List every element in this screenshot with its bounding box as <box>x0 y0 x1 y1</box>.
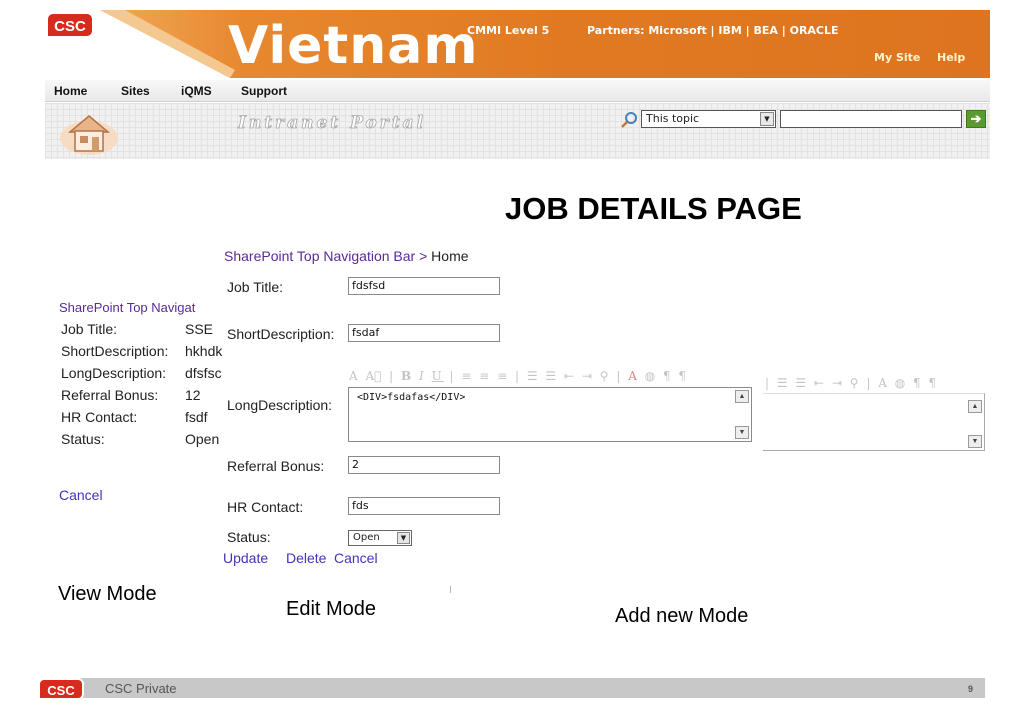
delete-link[interactable]: Delete <box>286 550 326 566</box>
search-input[interactable] <box>780 110 962 128</box>
breadcrumb-separator: > <box>415 248 432 264</box>
add-mode-caption: Add new Mode <box>615 605 749 627</box>
nav-item-support[interactable]: Support <box>241 84 287 98</box>
view-referral-value: 12 <box>185 387 201 403</box>
long-description-text: <DIV>fsdafas</DIV> <box>357 392 466 403</box>
page-title: JOB DETAILS PAGE <box>505 191 802 226</box>
rich-text-toolbar[interactable]: A A⃝ | B I U | ≡ ≡ ≡ | ☰ ☰ ⇤ ⇥ ⚲ | A ◍ ¶… <box>349 366 752 386</box>
partners-text: Partners: Microsoft | IBM | BEA | ORACLE <box>587 24 839 37</box>
nav-item-sites[interactable]: Sites <box>121 84 150 98</box>
view-status-label: Status: <box>61 431 105 447</box>
site-title: Vietnam <box>228 16 479 76</box>
footer-logo: CSC <box>38 678 84 700</box>
search-icon <box>621 112 637 128</box>
short-description-input[interactable]: fsdaf <box>348 324 500 342</box>
footer-label: CSC Private <box>105 681 177 696</box>
cmmi-text: CMMI Level 5 <box>467 24 550 37</box>
view-job-title-value: SSE <box>185 321 214 337</box>
edit-referral-label: Referral Bonus: <box>227 458 325 474</box>
long-description-editor[interactable]: <DIV>fsdafas</DIV> ▲ ▼ <box>348 387 752 442</box>
footer-bar <box>45 678 985 698</box>
add-long-description-editor[interactable]: ▲ ▼ <box>763 393 985 451</box>
scroll-up-icon[interactable]: ▲ <box>735 390 749 403</box>
chevron-down-icon[interactable]: ▼ <box>760 112 774 126</box>
nav-item-home[interactable]: Home <box>54 84 87 98</box>
edit-job-title-label: Job Title: <box>227 279 284 295</box>
scroll-up-icon[interactable]: ▲ <box>968 400 982 413</box>
page-number: 9 <box>968 684 974 694</box>
view-hr-contact-value: fsdf <box>185 409 208 425</box>
edit-hr-contact-label: HR Contact: <box>227 499 304 515</box>
edit-long-desc-label: LongDescription: <box>227 397 333 413</box>
add-rich-text-toolbar[interactable]: | ☰ ☰ ⇤ ⇥ ⚲ | A ◍ ¶ ¶ <box>765 374 985 392</box>
hr-contact-input[interactable]: fds <box>348 497 500 515</box>
edit-breadcrumb: SharePoint Top Navigation Bar > Home <box>224 248 469 264</box>
home-icon[interactable] <box>58 108 120 156</box>
job-title-input[interactable]: fdsfsd <box>348 277 500 295</box>
edit-status-label: Status: <box>227 529 271 545</box>
view-breadcrumb[interactable]: SharePoint Top Navigat <box>59 300 195 315</box>
nav-item-iqms[interactable]: iQMS <box>181 84 212 98</box>
view-mode-caption: View Mode <box>58 583 157 605</box>
status-select-value: Open <box>353 532 380 543</box>
view-job-title-label: Job Title: <box>61 321 118 337</box>
view-referral-label: Referral Bonus: <box>61 387 159 403</box>
portal-title: Intranet Portal <box>238 113 427 134</box>
csc-logo: CSC <box>46 12 94 38</box>
status-select[interactable]: Open ▼ <box>348 530 412 546</box>
edit-short-desc-label: ShortDescription: <box>227 326 335 342</box>
breadcrumb-current: Home <box>431 248 469 264</box>
referral-bonus-input[interactable]: 2 <box>348 456 500 474</box>
my-site-link[interactable]: My Site <box>874 51 920 64</box>
update-link[interactable]: Update <box>223 550 268 566</box>
edit-cancel-link[interactable]: Cancel <box>334 550 378 566</box>
view-status-value: Open <box>185 431 220 447</box>
search-go-button[interactable]: ➔ <box>966 110 986 128</box>
scroll-down-icon[interactable]: ▼ <box>735 426 749 439</box>
header-banner <box>45 10 990 78</box>
breadcrumb-link[interactable]: SharePoint Top Navigation Bar <box>224 248 415 264</box>
edit-mode-caption: Edit Mode <box>286 598 377 620</box>
scroll-down-icon[interactable]: ▼ <box>968 435 982 448</box>
chevron-down-icon[interactable]: ▼ <box>397 532 410 544</box>
view-short-desc-label: ShortDescription: <box>61 343 169 359</box>
search-scope-value: This topic <box>646 112 700 125</box>
view-cancel-link[interactable]: Cancel <box>59 487 103 503</box>
view-long-desc-value: dfsfsc <box>185 365 222 381</box>
view-short-desc-value: hkhdk <box>185 343 223 359</box>
help-link[interactable]: Help <box>937 51 965 64</box>
view-hr-contact-label: HR Contact: <box>61 409 138 425</box>
divider-tick <box>450 586 451 593</box>
view-long-desc-label: LongDescription: <box>61 365 167 381</box>
search-scope-select[interactable]: This topic ▼ <box>641 110 776 128</box>
